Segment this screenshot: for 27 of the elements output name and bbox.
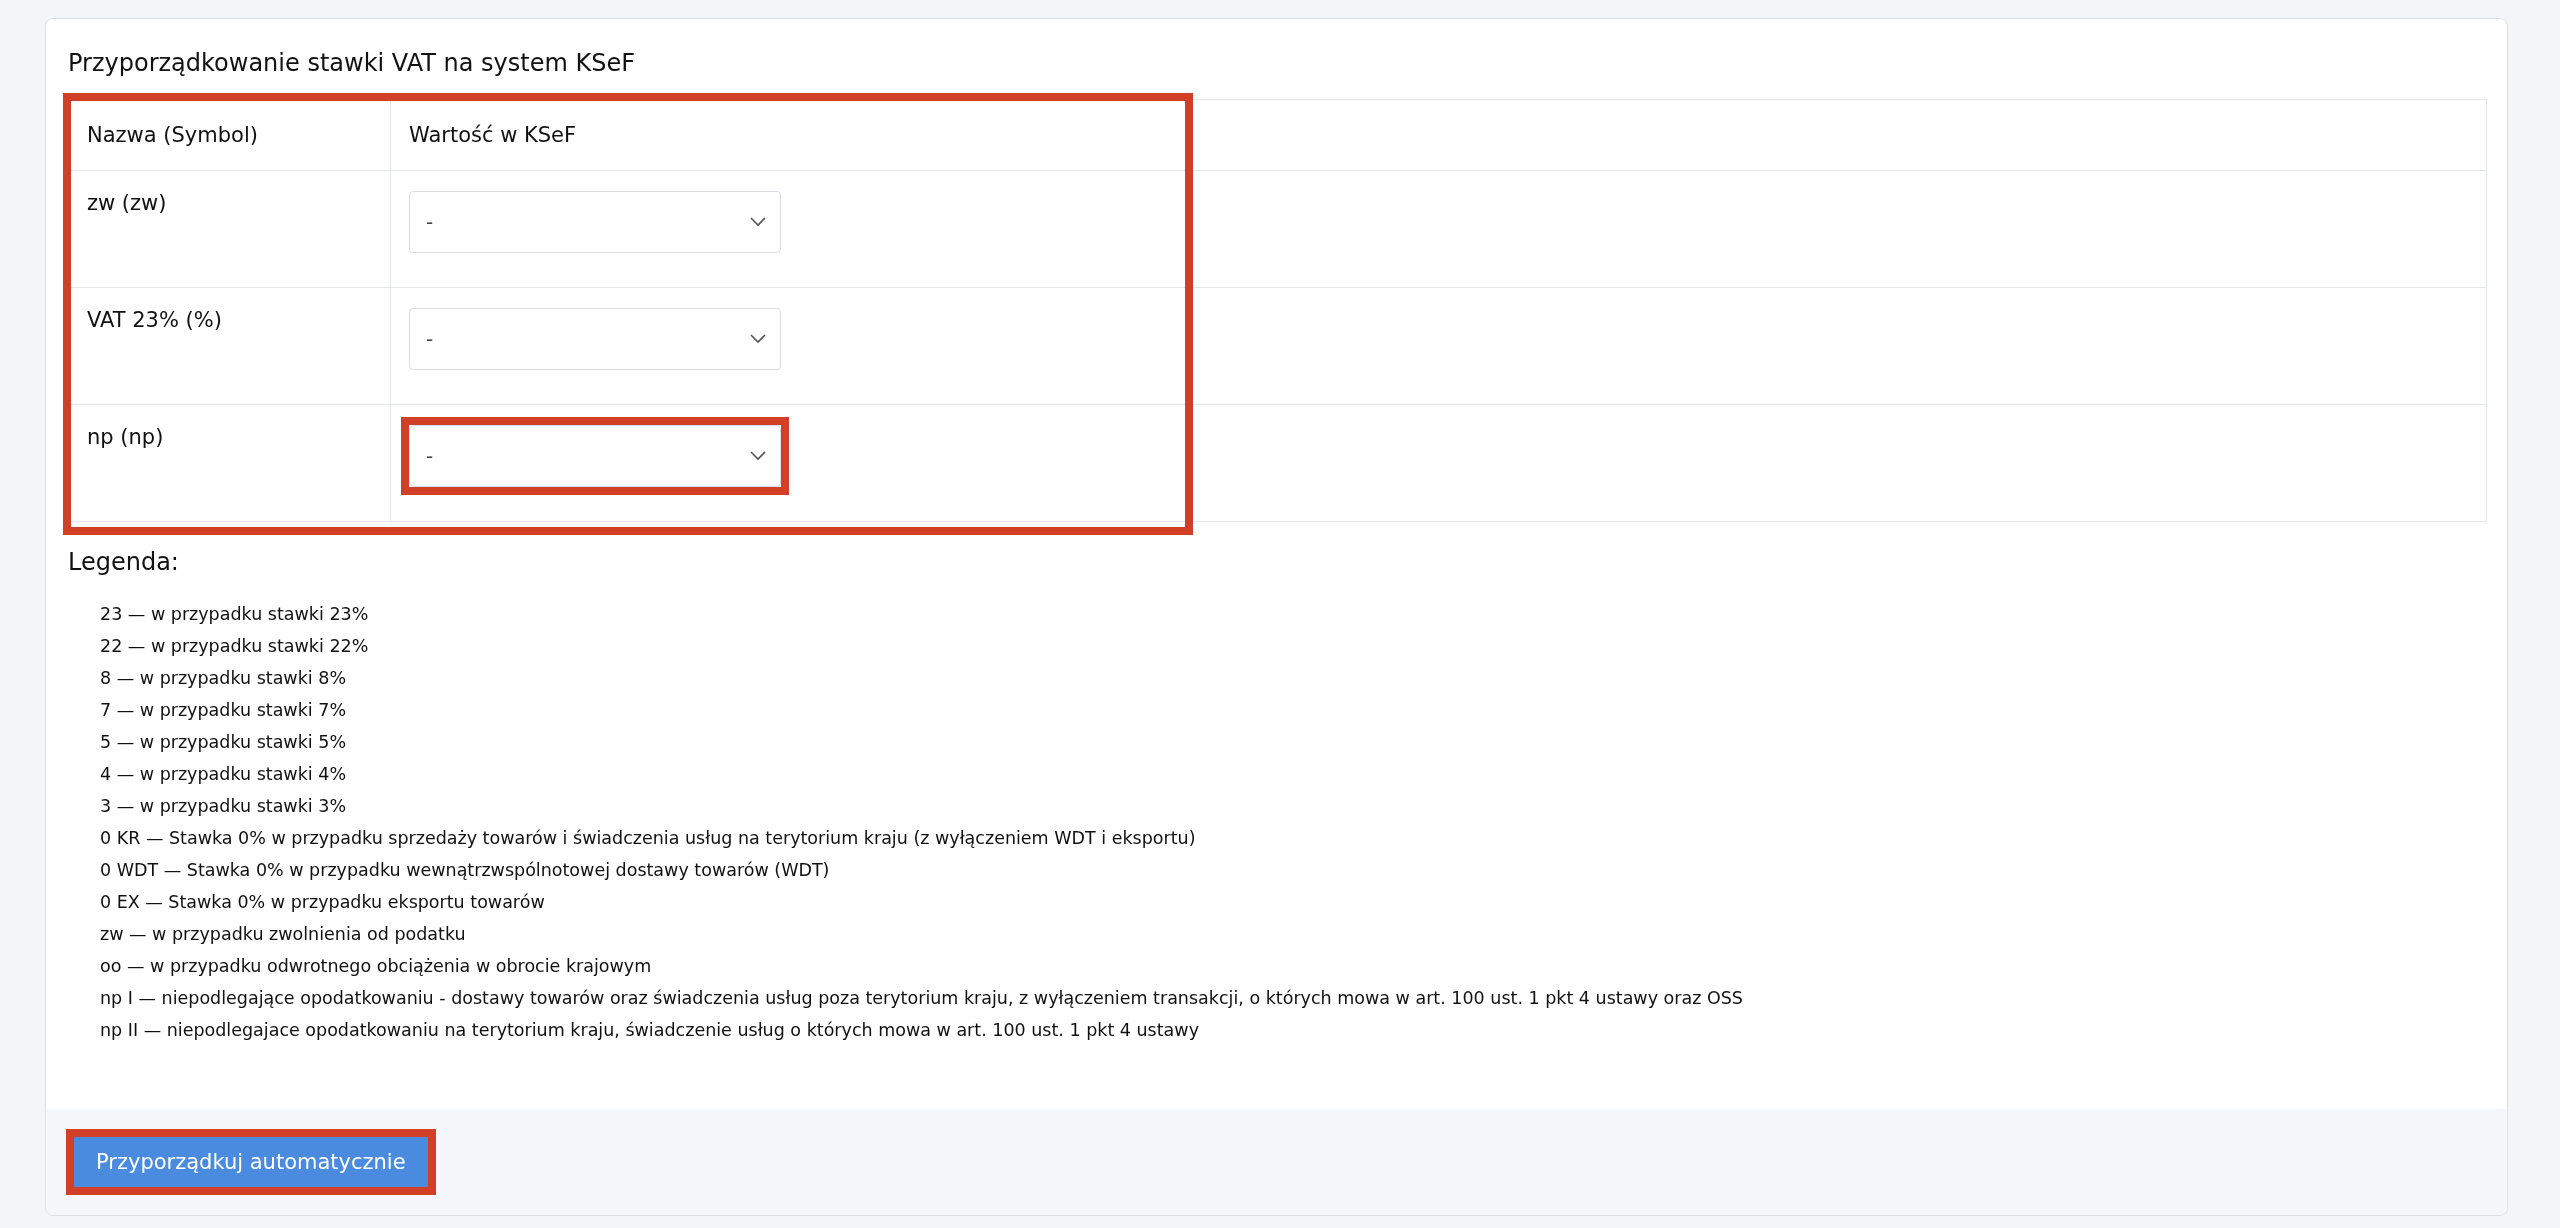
legend-item: 4 — w przypadku stawki 4%	[100, 763, 347, 786]
select-field[interactable]: -	[409, 425, 781, 487]
legend-item: oo — w przypadku odwrotnego obciążenia w obrocie krajowym	[100, 955, 653, 978]
chevron-down-icon	[750, 451, 766, 461]
column-header: Nazwa (Symbol)	[66, 99, 391, 171]
legend-title: Legenda:	[68, 548, 180, 576]
legend-item: 3 — w przypadku stawki 3%	[100, 795, 347, 818]
legend-item: 0 EX — Stawka 0% w przypadku eksportu towarów	[100, 891, 546, 914]
legend-item: zw — w przypadku zwolnienia od podatku	[100, 923, 467, 946]
legend-item: 23 — w przypadku stawki 23%	[100, 603, 370, 626]
legend-item: 0 KR — Stawka 0% w przypadku sprzedaży towarów i świadczenia usług na terytorium kraju (z wyłączeniem WDT i eksportu)	[100, 827, 1197, 850]
select-field[interactable]: -	[409, 308, 781, 370]
select-field[interactable]: -	[409, 191, 781, 253]
table-cell: np (np)	[66, 404, 391, 522]
legend-item: 7 — w przypadku stawki 7%	[100, 699, 347, 722]
column-header: Wartość w KSeF	[390, 99, 1339, 171]
table-cell: zw (zw)	[66, 170, 391, 288]
legend-item: 22 — w przypadku stawki 22%	[100, 635, 370, 658]
legend-item: 0 WDT — Stawka 0% w przypadku wewnątrzwspólnotowej dostawy towarów (WDT)	[100, 859, 831, 882]
legend-item: 5 — w przypadku stawki 5%	[100, 731, 347, 754]
chevron-down-icon	[750, 217, 766, 227]
legend-item: np I — niepodlegające opodatkowaniu - dostawy towarów oraz świadczenia usług poza terytorium kraju, z wyłączeniem transakcji, o których mowa w art. 100 ust. 1 pkt 4 ustawy oraz OSS	[100, 987, 1744, 1010]
legend-item: np II — niepodlegajace opodatkowaniu na terytorium kraju, świadczenie usług o których mowa w art. 100 ust. 1 pkt 4 ustawy	[100, 1019, 1200, 1042]
table-cell: VAT 23% (%)	[66, 287, 391, 405]
section-title: Przyporządkowanie stawki VAT na system KSeF	[68, 49, 637, 77]
chevron-down-icon	[750, 334, 766, 344]
legend-item: 8 — w przypadku stawki 8%	[100, 667, 347, 690]
